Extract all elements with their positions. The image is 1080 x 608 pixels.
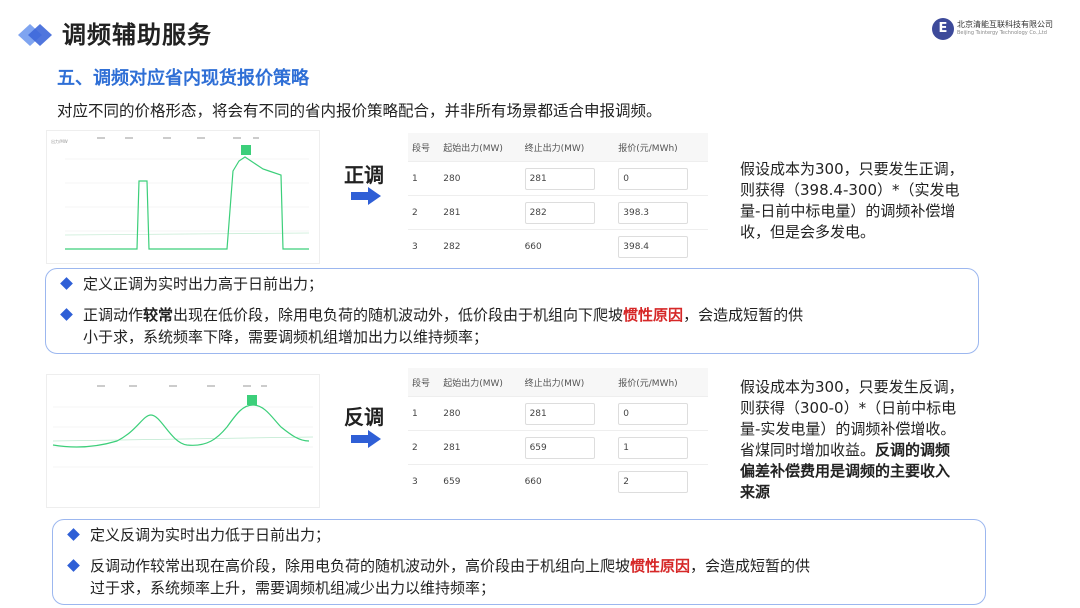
positive-adjust-label: 正调 (344, 163, 384, 187)
bullet-text: ，会造成短暂的供 (683, 306, 804, 324)
negative-adjust-label: 反调 (344, 405, 384, 429)
table-row: 1 280 281 0 (408, 396, 708, 431)
segment-number: 2 (408, 195, 440, 230)
bullet-highlight: 惯性原因 (630, 557, 691, 575)
price-input[interactable]: 0 (618, 402, 689, 425)
price-input[interactable]: 398.4 (618, 235, 689, 258)
right-arrow-icon (351, 187, 381, 205)
logo-diamond-icon (18, 24, 52, 46)
price-input[interactable]: 398.3 (618, 201, 689, 224)
start-output: 280 (439, 161, 521, 196)
table-row: 3 659 660 2 (408, 464, 708, 498)
intro-text: 对应不同的价格形态，将会有不同的省内报价策略配合，并非所有场景都适合申报调频。 (57, 102, 662, 120)
table-row: 2 281 659 1 (408, 430, 708, 465)
segment-number: 3 (408, 464, 440, 498)
bullet-item: 正调动作较常出现在低价段，除用电负荷的随机波动外，低价段由于机组向下爬坡惯性原因… (60, 304, 962, 326)
end-output-input[interactable]: 659 (524, 436, 595, 459)
table-header: 终止出力(MW) (520, 368, 615, 397)
note-line: 则获得（300-0）*（日前中标电 (740, 399, 957, 417)
bullet-diamond-icon (60, 308, 73, 321)
note-line: 偏差补偿费用是调频的主要收入 (740, 462, 951, 480)
note-line: 省煤同时增加收益。反调的调频 (740, 440, 1040, 461)
bullet-text: 正调动作 (83, 306, 144, 324)
upper-note: 假设成本为300，只要发生正调， 则获得（398.4-300）*（实发电 量-日… (740, 159, 1040, 243)
price-input[interactable]: 1 (618, 436, 689, 459)
start-output: 280 (439, 396, 521, 431)
bullet-text: 出现在低价段，除用电负荷的随机波动外，低价段由于机组向下爬坡 (173, 306, 624, 324)
page-title: 调频辅助服务 (62, 21, 212, 49)
bullet-diamond-icon (67, 559, 80, 572)
note-line: 假设成本为300，只要发生正调， (740, 160, 964, 178)
segment-number: 1 (408, 396, 440, 431)
table-header: 段号 (408, 133, 440, 162)
end-output-input[interactable]: 281 (524, 402, 595, 425)
bullet-continuation: 小于求，系统频率下降，需要调频机组增加出力以维持频率； (83, 328, 489, 346)
bullet-emphasis: 较常 (143, 306, 174, 324)
bullet-item: 反调动作较常出现在高价段，除用电负荷的随机波动外，高价段由于机组向上爬坡惯性原因… (67, 555, 979, 577)
note-line: 假设成本为300，只要发生反调， (740, 378, 964, 396)
note-line: 来源 (740, 483, 771, 501)
table-row: 3 282 660 398.4 (408, 229, 708, 263)
table-header: 终止出力(MW) (520, 133, 615, 162)
lower-callout: 定义反调为实时出力低于日前出力； 反调动作较常出现在高价段，除用电负荷的随机波动… (52, 519, 986, 605)
bullet-diamond-icon (67, 528, 80, 541)
right-arrow-icon (351, 430, 381, 448)
segment-number: 2 (408, 430, 440, 465)
lower-note: 假设成本为300，只要发生反调， 则获得（300-0）*（日前中标电 量-实发电… (740, 377, 1040, 503)
price-input[interactable]: 2 (618, 470, 689, 493)
bullet-text: 定义反调为实时出力低于日前出力； (90, 526, 331, 544)
lower-output-chart (46, 374, 320, 508)
upper-callout: 定义正调为实时出力高于日前出力； 正调动作较常出现在低价段，除用电负荷的随机波动… (45, 268, 979, 354)
section-title: 五、调频对应省内现货报价策略 (57, 68, 309, 89)
upper-output-chart: 出力/MW (46, 130, 320, 264)
company-logo-icon: E (932, 18, 954, 40)
bullet-text: ，会造成短暂的供 (690, 557, 811, 575)
table-header: 起始出力(MW) (439, 133, 521, 162)
start-output: 281 (439, 430, 521, 465)
end-output-input[interactable]: 281 (524, 167, 595, 190)
bullet-diamond-icon (60, 277, 73, 290)
table-header: 起始出力(MW) (439, 368, 521, 397)
segment-number: 1 (408, 161, 440, 196)
note-line: 收，但是会多发电。 (740, 223, 876, 241)
end-output: 660 (520, 464, 615, 498)
end-output: 660 (520, 229, 615, 263)
bullet-continuation: 过于求，系统频率上升，需要调频机组减少出力以维持频率； (90, 579, 496, 597)
note-line: 量-实发电量）的调频补偿增收。 (740, 420, 956, 438)
table-header: 报价(元/MWh) (614, 133, 708, 162)
start-output: 281 (439, 195, 521, 230)
bullet-item: 定义反调为实时出力低于日前出力； (67, 524, 331, 546)
upper-bid-table: 段号 起始出力(MW) 终止出力(MW) 报价(元/MWh) 1 280 281… (408, 133, 708, 263)
table-header-row: 段号 起始出力(MW) 终止出力(MW) 报价(元/MWh) (408, 368, 708, 397)
note-line: 则获得（398.4-300）*（实发电 (740, 181, 960, 199)
end-output-input[interactable]: 282 (524, 201, 595, 224)
table-row: 2 281 282 398.3 (408, 195, 708, 230)
note-text: 省煤同时增加收益。 (740, 441, 876, 459)
price-input[interactable]: 0 (618, 167, 689, 190)
table-header: 段号 (408, 368, 440, 397)
svg-text:出力/MW: 出力/MW (51, 138, 68, 144)
lower-bid-table: 段号 起始出力(MW) 终止出力(MW) 报价(元/MWh) 1 280 281… (408, 368, 708, 498)
table-row: 1 280 281 0 (408, 161, 708, 196)
start-output: 659 (439, 464, 521, 498)
note-line: 量-日前中标电量）的调频补偿增 (740, 202, 956, 220)
company-name-cn: 北京清能互联科技有限公司 (957, 20, 1053, 29)
company-name-en: Beijing Tsintergy Technology Co.,Ltd (957, 30, 1047, 36)
table-header: 报价(元/MWh) (614, 368, 708, 397)
bullet-item: 定义正调为实时出力高于日前出力； (60, 273, 324, 295)
bullet-highlight: 惯性原因 (623, 306, 684, 324)
bullet-text: 定义正调为实时出力高于日前出力； (83, 275, 324, 293)
start-output: 282 (439, 229, 521, 263)
bullet-text: 反调动作较常出现在高价段，除用电负荷的随机波动外，高价段由于机组向上爬坡 (90, 557, 631, 575)
note-emphasis: 反调的调频 (875, 441, 951, 459)
company-logo: E 北京清能互联科技有限公司 Beijing Tsintergy Technol… (932, 18, 1062, 42)
segment-number: 3 (408, 229, 440, 263)
table-header-row: 段号 起始出力(MW) 终止出力(MW) 报价(元/MWh) (408, 133, 708, 162)
